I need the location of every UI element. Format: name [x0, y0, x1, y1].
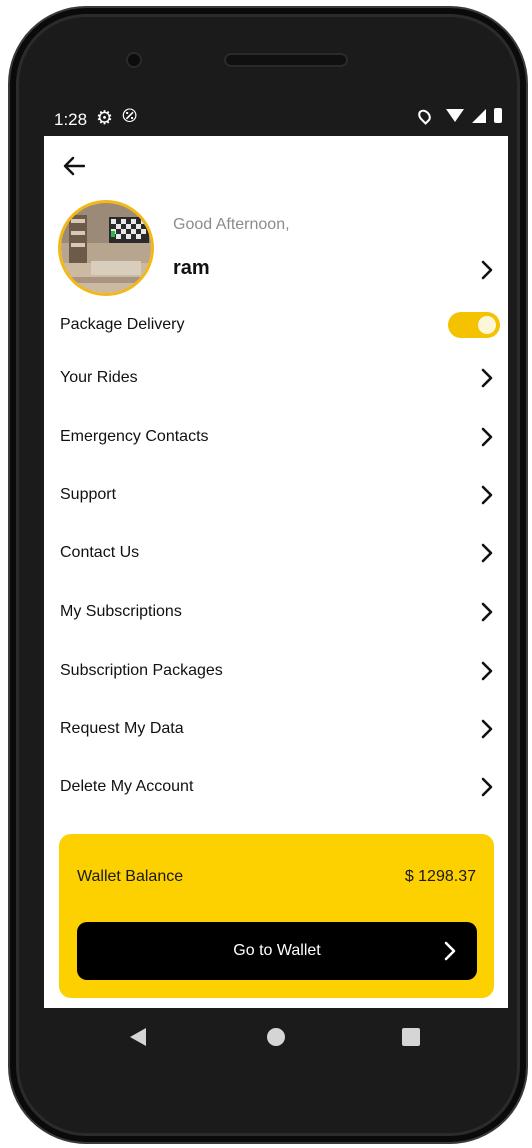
status-time: 1:28: [54, 110, 88, 129]
arrow-left-icon: [63, 156, 85, 176]
wallet-balance-amount: $ 1298.37: [404, 868, 476, 885]
profile-chevron-icon[interactable]: [478, 259, 496, 281]
chevron-right-icon: [478, 426, 496, 448]
avatar[interactable]: [58, 200, 154, 296]
menu-item-label: Emergency Contacts: [60, 428, 209, 445]
status-bar: 1:28 ⚙ ⦼: [44, 106, 508, 134]
nav-home-icon[interactable]: [267, 1028, 285, 1046]
menu-item-label: My Subscriptions: [60, 603, 182, 620]
menu-item-label: Support: [60, 486, 117, 503]
gear-icon: ⚙: [96, 108, 114, 129]
app-screen: Good Afternoon, ram Package Delivery You…: [44, 136, 508, 1008]
toggle-knob: [478, 316, 496, 334]
chevron-right-icon: [478, 601, 496, 623]
menu-item-label: Subscription Packages: [60, 662, 223, 679]
avatar-photo: [61, 203, 151, 293]
go-to-wallet-button[interactable]: Go to Wallet: [77, 922, 477, 980]
menu-item-delete-my-account[interactable]: Delete My Account: [44, 761, 508, 813]
menu-item-label: Package Delivery: [60, 316, 185, 333]
go-to-wallet-label: Go to Wallet: [233, 942, 321, 959]
nav-recents-icon[interactable]: [402, 1028, 420, 1046]
menu-item-emergency-contacts[interactable]: Emergency Contacts: [44, 411, 508, 463]
menu-item-contact-us[interactable]: Contact Us: [44, 527, 508, 579]
wifi-icon: [446, 109, 464, 122]
menu-item-package-delivery: Package Delivery: [44, 299, 508, 351]
back-button[interactable]: [56, 148, 92, 184]
chevron-right-icon: [478, 542, 496, 564]
menu-item-my-subscriptions[interactable]: My Subscriptions: [44, 586, 508, 638]
menu-item-request-my-data[interactable]: Request My Data: [44, 703, 508, 755]
do-not-disturb-icon: ⦼: [122, 106, 138, 127]
menu-item-label: Delete My Account: [60, 778, 194, 795]
nav-back-icon[interactable]: [130, 1028, 146, 1046]
chevron-right-icon: [478, 484, 496, 506]
location-icon: [415, 106, 434, 125]
menu-item-label: Contact Us: [60, 544, 140, 561]
system-nav-bar: [44, 1008, 508, 1064]
front-camera: [126, 52, 142, 68]
greeting-text: Good Afternoon,: [173, 216, 290, 233]
earpiece-speaker: [224, 53, 348, 67]
signal-icon: [472, 108, 486, 123]
chevron-right-icon: [478, 660, 496, 682]
menu-item-subscription-packages[interactable]: Subscription Packages: [44, 645, 508, 697]
menu-item-label: Request My Data: [60, 720, 184, 737]
battery-icon: [494, 108, 502, 123]
chevron-right-icon: [441, 940, 459, 962]
chevron-right-icon: [478, 367, 496, 389]
menu-item-support[interactable]: Support: [44, 469, 508, 521]
wallet-balance-label: Wallet Balance: [77, 868, 184, 885]
menu-item-your-rides[interactable]: Your Rides: [44, 352, 508, 404]
chevron-right-icon: [478, 776, 496, 798]
menu-item-label: Your Rides: [60, 369, 138, 386]
chevron-right-icon: [478, 718, 496, 740]
username-text: ram: [173, 257, 210, 279]
package-delivery-toggle[interactable]: [448, 312, 500, 338]
wallet-card: Wallet Balance $ 1298.37 Go to Wallet: [59, 834, 494, 998]
status-icons: [415, 106, 502, 125]
